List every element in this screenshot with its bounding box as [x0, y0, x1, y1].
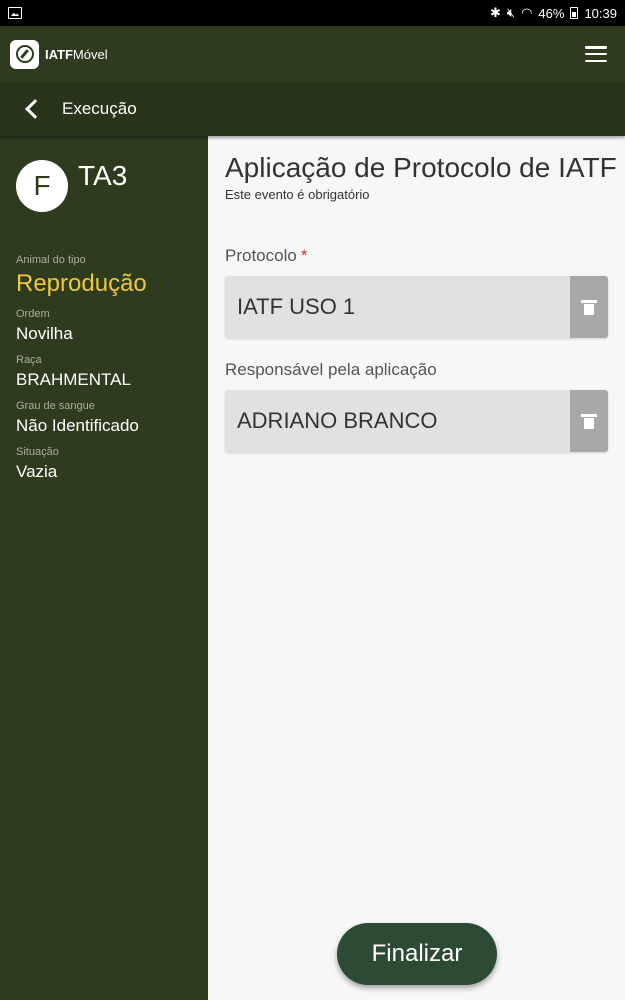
gallery-icon — [8, 7, 22, 19]
protocol-label-text: Protocolo — [225, 246, 297, 265]
breed-label: Raça — [16, 354, 42, 366]
status-right: ✱ 🔇︎ ◠ 46% 10:39 — [490, 5, 617, 21]
finalize-button[interactable]: Finalizar — [337, 923, 497, 985]
situation-label: Situação — [16, 446, 59, 458]
logo-light-text: Móvel — [72, 46, 108, 62]
breed-value: BRAHMENTAL — [16, 370, 131, 389]
main-content: Aplicação de Protocolo de IATF Este even… — [208, 136, 625, 1000]
battery-icon — [570, 7, 579, 19]
type-label: Animal do tipo — [16, 254, 86, 266]
hamburger-menu-icon[interactable] — [585, 46, 607, 62]
page-title: Aplicação de Protocolo de IATF — [225, 152, 617, 183]
back-arrow-icon[interactable] — [22, 99, 42, 119]
animal-id: TA3 — [78, 160, 128, 191]
compass-logo-icon — [10, 39, 39, 69]
type-value: Reprodução — [16, 270, 147, 297]
logo-bold-text: IATF — [45, 46, 73, 62]
protocol-label: Protocolo * — [225, 246, 307, 266]
trash-icon — [581, 299, 597, 315]
responsible-label: Responsável pela aplicação — [225, 360, 437, 379]
sub-header: Execução — [0, 82, 625, 136]
bluetooth-icon: ✱ — [489, 5, 501, 20]
protocol-field[interactable]: IATF USO 1 — [225, 276, 608, 338]
responsible-delete-button[interactable] — [570, 390, 608, 452]
required-marker: * — [300, 246, 308, 265]
animal-info: Animal do tipo Reprodução Ordem Novilha … — [16, 254, 147, 492]
sub-header-title: Execução — [62, 99, 137, 118]
clock: 10:39 — [584, 5, 617, 21]
responsible-field[interactable]: ADRIANO BRANCO — [225, 390, 608, 452]
order-value: Novilha — [16, 324, 73, 343]
page-subtitle: Este evento é obrigatório — [225, 187, 370, 202]
blood-value: Não Identificado — [16, 416, 139, 435]
trash-icon — [581, 413, 597, 429]
protocol-value[interactable]: IATF USO 1 — [225, 294, 570, 320]
situation-value: Vazia — [16, 462, 58, 481]
battery-percent: 46% — [538, 5, 565, 21]
animal-sidebar: F TA3 Animal do tipo Reprodução Ordem No… — [0, 136, 208, 1000]
app-logo-text: IATFMóvel — [45, 47, 108, 62]
protocol-delete-button[interactable] — [570, 276, 608, 338]
blood-label: Grau de sangue — [16, 400, 95, 412]
order-label: Ordem — [16, 308, 50, 320]
app-header: IATFMóvel — [0, 26, 625, 82]
mute-icon: 🔇︎ — [506, 5, 516, 20]
avatar: F — [16, 160, 68, 212]
responsible-value[interactable]: ADRIANO BRANCO — [225, 408, 570, 434]
wifi-icon: ◠ — [521, 5, 533, 20]
status-bar: ✱ 🔇︎ ◠ 46% 10:39 — [0, 0, 625, 26]
